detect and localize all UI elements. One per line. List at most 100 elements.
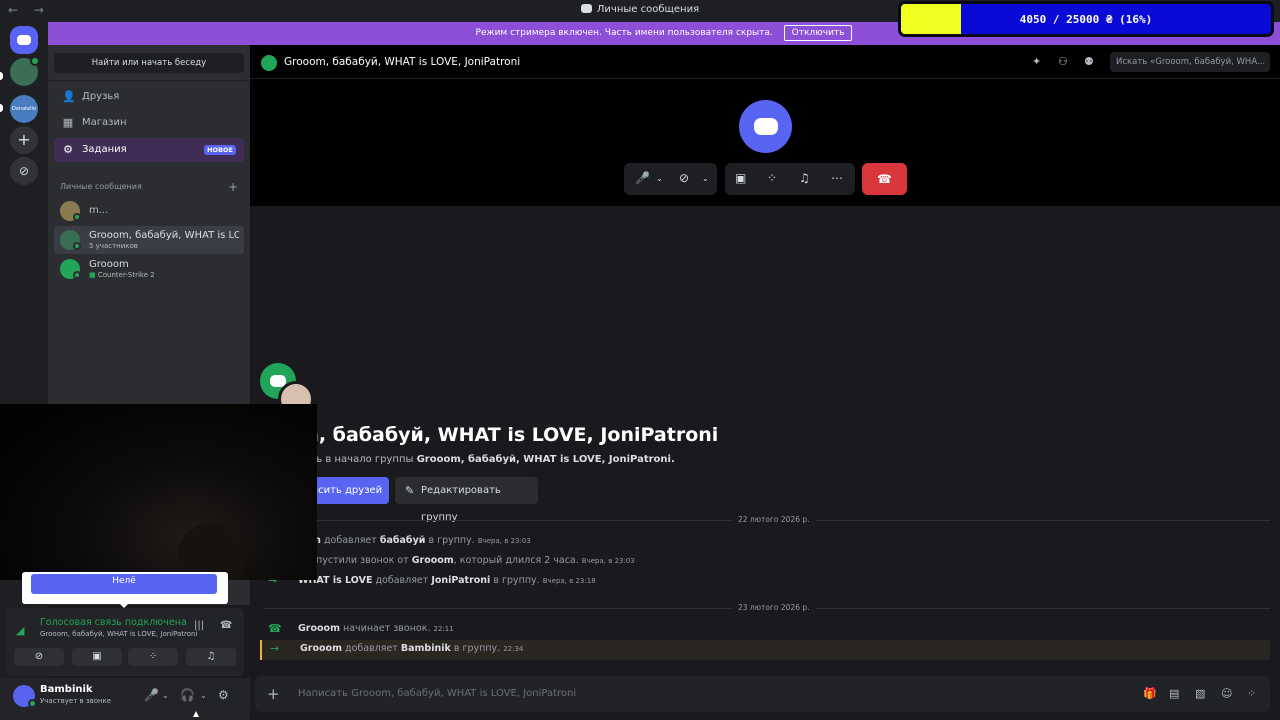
dm-name: Grooom (89, 259, 129, 270)
composer-placeholder[interactable]: Написать Grooom, бабабуй, WHAT is LOVE, … (298, 688, 576, 699)
activities-icon[interactable]: ⁘ (767, 171, 777, 185)
pin-icon[interactable]: ✦ (1032, 55, 1041, 68)
more-icon[interactable]: ⋯ (831, 171, 843, 185)
status-online (28, 699, 37, 708)
mouse-cursor (193, 711, 199, 717)
msg-time: Вчера, в 23:03 (581, 557, 635, 565)
nav-quests[interactable]: ⚙ Задания НОВОЕ (54, 138, 244, 162)
message-composer[interactable]: + Написать Grooom, бабабуй, WHAT is LOVE… (255, 676, 1270, 712)
soundboard-icon[interactable]: ♫ (799, 171, 810, 185)
msg-actor[interactable]: Grooom (300, 643, 342, 654)
call-avatar (739, 100, 792, 153)
server-donatello-icon[interactable]: Donatello (10, 95, 38, 123)
arrow-right-icon: → (270, 642, 280, 655)
msg-target[interactable]: Bambinik (401, 643, 451, 654)
server-pill (0, 104, 3, 112)
date-label: 23 лютого 2026 р. (732, 603, 816, 612)
username[interactable]: Bambinik (40, 684, 93, 695)
gamepad-icon: ■ (89, 271, 96, 279)
add-friends-icon[interactable]: ⚇ (1058, 55, 1068, 68)
progress-text: 4050 / 25000 ₴ (16%) (1019, 13, 1153, 26)
msg-action: добавляет (323, 535, 377, 546)
soundboard-button[interactable]: ♫ (186, 648, 236, 666)
members-icon[interactable]: ⚉ (1084, 55, 1094, 68)
dm-name: m... (89, 205, 109, 216)
nav-friends[interactable]: 👤 Друзья (54, 85, 244, 109)
msg-suffix: в группу. (493, 575, 540, 586)
welcome-subtitle: ловать в начало группы Grooom, бабабуй, … (286, 454, 675, 465)
dm-item-group[interactable]: Grooom, бабабуй, WHAT is LOVE, JoniPatro… (54, 226, 244, 254)
voice-status-panel: ◢ Голосовая связь подключена Grooom, баб… (6, 608, 244, 676)
voice-channel-text[interactable]: Grooom, бабабуй, WHAT is LOVE, JoniPatro… (40, 630, 197, 638)
system-message: ☎ пропустили звонок от Grooom, который д… (260, 553, 1270, 571)
mic-icon[interactable]: 🎤 (144, 688, 159, 702)
discord-icon (580, 4, 592, 13)
nav-shop[interactable]: ▦ Магазин (54, 111, 244, 135)
gear-icon[interactable]: ⚙ (218, 688, 229, 702)
msg-time: 22:11 (433, 625, 454, 633)
msg-action: начинает звонок. (343, 623, 431, 634)
screen-share-button[interactable]: ▣ (72, 648, 122, 666)
user-panel: Bambinik Участвует в звонке 🎤 ⌄ 🎧 ⌄ ⚙ (0, 678, 250, 720)
explore-icon[interactable]: ⊘ (10, 157, 38, 185)
dm-item[interactable]: Grooom ■ Counter-Strike 2 (54, 255, 244, 283)
mic-icon[interactable]: 🎤 (635, 171, 650, 185)
message-text: Grooom добавляет Bambinik в группу. 22:3… (300, 643, 523, 654)
message-text: Grooom начинает звонок. 22:11 (298, 623, 454, 634)
chevron-down-icon[interactable]: ⌄ (702, 174, 709, 183)
gif-icon[interactable]: ▤ (1169, 687, 1179, 700)
nav-shop-label: Магазин (82, 117, 127, 128)
disable-streamer-button[interactable]: Отключить (783, 25, 853, 41)
tooltip-button[interactable]: Нелё (31, 574, 217, 594)
status-online (73, 213, 81, 221)
chevron-down-icon[interactable]: ⌄ (162, 691, 169, 700)
server-2-icon[interactable] (10, 56, 40, 86)
msg-action: добавляет (345, 643, 398, 654)
group-avatar (261, 55, 277, 71)
chevron-down-icon[interactable]: ⌄ (656, 174, 663, 183)
attach-plus-icon[interactable]: + (267, 685, 280, 703)
msg-target[interactable]: бабабуй (380, 535, 426, 546)
emoji-icon[interactable]: ☺ (1221, 687, 1232, 700)
sticker-icon[interactable]: ▧ (1195, 687, 1205, 700)
msg-actor[interactable]: Grooom (298, 623, 340, 634)
donation-progress-bar: 4050 / 25000 ₴ (16%) (898, 1, 1274, 37)
create-dm-button[interactable]: + (228, 180, 238, 194)
voice-status-text[interactable]: Голосовая связь подключена (40, 617, 187, 628)
activities-button[interactable]: ⁘ (128, 648, 178, 666)
edit-group-label: Редактировать группу (421, 485, 501, 523)
find-conversation-button[interactable]: Найти или начать беседу (54, 53, 244, 73)
divider (48, 80, 250, 81)
msg-time: 22:34 (503, 645, 524, 653)
apps-icon[interactable]: ⁘ (1247, 687, 1256, 700)
dm-header: Личные сообщения + (60, 180, 238, 194)
msg-suffix: в группу. (453, 643, 501, 654)
signal-icon[interactable]: ◢ (16, 624, 24, 637)
status-online (73, 271, 81, 279)
new-badge: НОВОЕ (204, 145, 236, 155)
call-actions-group: ▣ ⁘ ♫ ⋯ (725, 163, 855, 195)
add-server-icon[interactable]: + (10, 126, 38, 154)
quests-icon: ⚙ (63, 143, 73, 156)
chat-area: Grooom, бабабуй, WHAT is LOVE, JoniPatro… (250, 45, 1280, 720)
disconnect-icon[interactable]: ☎ (220, 620, 232, 631)
camera-off-button[interactable]: ⊘ (14, 648, 64, 666)
screen-share-icon[interactable]: ▣ (735, 171, 746, 185)
camera-off-icon[interactable]: ⊘ (679, 171, 689, 185)
chevron-down-icon[interactable]: ⌄ (200, 691, 207, 700)
search-input[interactable]: Искать «Grooom, бабабуй, WHA... (1110, 52, 1270, 72)
dm-item[interactable]: m... (54, 197, 244, 225)
gift-icon[interactable]: 🎁 (1143, 687, 1157, 700)
msg-time: Вчера, в 23:18 (542, 577, 596, 585)
edit-group-button[interactable]: ✎ Редактировать группу (395, 477, 538, 523)
message-text: пропустили звонок от Grooom, который дли… (298, 555, 635, 566)
headphones-icon[interactable]: 🎧 (180, 688, 195, 702)
noise-suppression-icon[interactable]: ||| (194, 620, 204, 631)
tooltip: Нелё (22, 572, 228, 608)
mic-camera-group: 🎤 ⌄ ⊘ ⌄ (624, 163, 717, 195)
home-icon[interactable] (10, 26, 38, 54)
msg-target[interactable]: JoniPatroni (431, 575, 490, 586)
call-area: 🎤 ⌄ ⊘ ⌄ ▣ ⁘ ♫ ⋯ ☎ (250, 79, 1280, 206)
end-call-button[interactable]: ☎ (862, 163, 907, 195)
msg-target[interactable]: Grooom (412, 555, 454, 566)
